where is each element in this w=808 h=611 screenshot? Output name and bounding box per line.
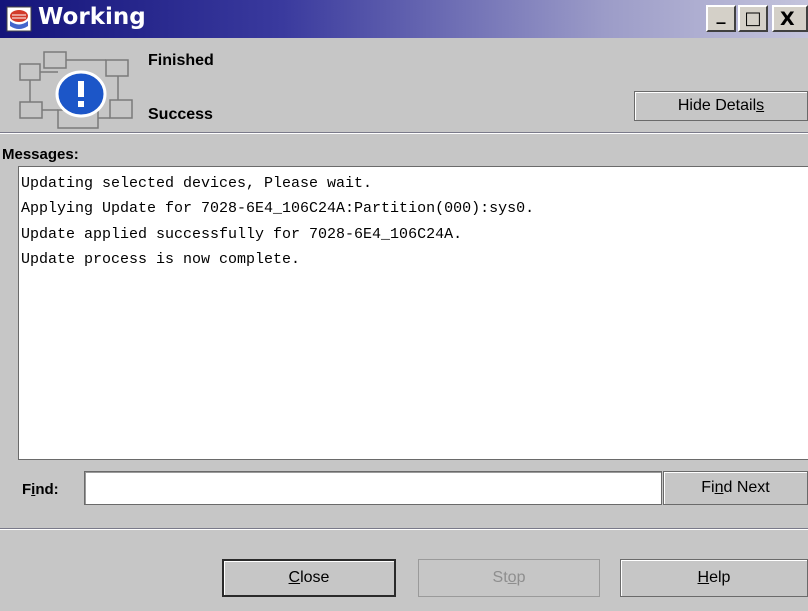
find-label: Find: [22, 481, 59, 498]
help-mnemonic: H [697, 569, 710, 586]
messages-label: Messages: [2, 146, 79, 163]
hide-details-mnemonic: s [756, 97, 765, 114]
find-next-label-post: d Next [723, 479, 770, 496]
title-bar[interactable]: Working _ □ X [0, 0, 808, 38]
close-label-post: lose [300, 569, 330, 586]
hide-details-label-pre: Hide Detail [677, 97, 757, 114]
stop-button[interactable]: St o p [418, 559, 600, 597]
app-logo-icon [6, 6, 32, 32]
message-line: Update applied successfully for 7028-6E4… [21, 225, 463, 243]
close-window-button[interactable]: X [772, 5, 808, 32]
stop-label-post: p [516, 569, 526, 586]
message-line: Update process is now complete. [21, 251, 301, 269]
stop-label-pre: St [492, 569, 508, 586]
window-title: Working [38, 4, 146, 30]
maximize-icon: □ [744, 8, 762, 29]
status-header: Finished Success Hide Detail s [0, 38, 808, 134]
find-next-button[interactable]: Fi n d Next [663, 471, 808, 505]
info-network-icon [19, 51, 133, 129]
minimize-button[interactable]: _ [706, 4, 736, 32]
button-divider [0, 528, 808, 530]
find-input[interactable] [84, 471, 662, 505]
status-title: Finished [148, 52, 214, 69]
close-icon: X [780, 7, 795, 30]
help-label-post: elp [709, 569, 731, 586]
header-divider [0, 132, 808, 134]
status-subtitle: Success [148, 106, 213, 123]
close-mnemonic: C [288, 569, 301, 586]
hide-details-button[interactable]: Hide Detail s [634, 91, 808, 121]
help-button[interactable]: Help [620, 559, 808, 597]
maximize-button[interactable]: □ [738, 5, 768, 32]
find-next-mnemonic: n [714, 479, 724, 496]
messages-text-area[interactable]: Updating selected devices, Please wait. … [18, 166, 808, 460]
message-line: Applying Update for 7028-6E4_106C24A:Par… [21, 200, 535, 218]
message-line: Updating selected devices, Please wait. [21, 175, 373, 192]
stop-mnemonic: o [507, 569, 517, 586]
minimize-icon: _ [716, 4, 726, 25]
find-label-pre: F [22, 481, 32, 498]
find-next-label-pre: Fi [701, 479, 715, 496]
find-label-post: nd: [35, 481, 59, 498]
close-button[interactable]: Close [222, 559, 396, 597]
